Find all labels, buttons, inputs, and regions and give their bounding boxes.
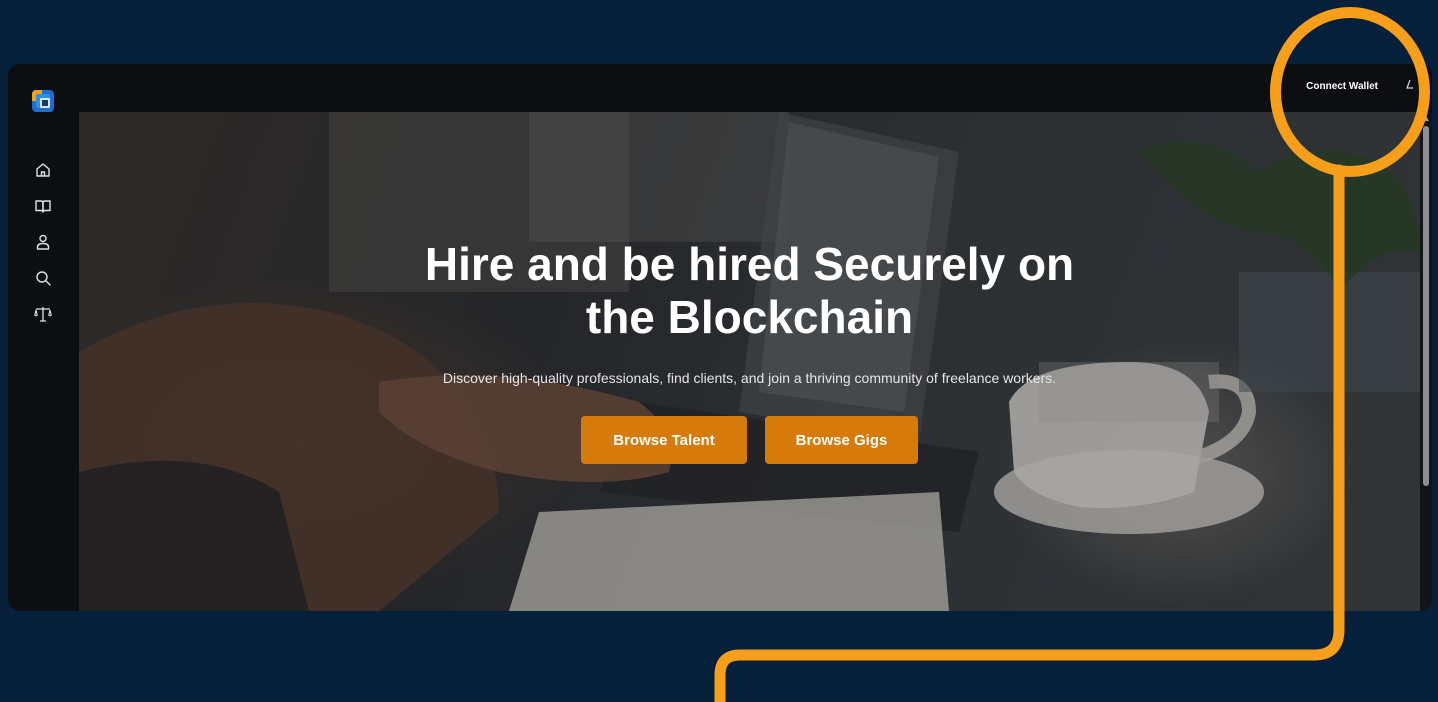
user-icon [36, 234, 50, 250]
user-icon[interactable] [1406, 79, 1414, 93]
book-open-icon [35, 200, 51, 213]
sidebar-nav [24, 152, 62, 332]
sidebar-item-disputes[interactable] [24, 296, 62, 332]
scale-icon [34, 307, 52, 322]
hero-section: Hire and be hired Securely on the Blockc… [79, 112, 1420, 611]
scroll-up-arrow-icon[interactable] [1423, 116, 1429, 121]
browse-gigs-button[interactable]: Browse Gigs [765, 416, 918, 464]
hero-content: Hire and be hired Securely on the Blockc… [79, 238, 1420, 464]
sidebar-item-book[interactable] [24, 188, 62, 224]
home-icon [36, 163, 50, 177]
browse-talent-button[interactable]: Browse Talent [581, 416, 747, 464]
app-logo[interactable] [32, 90, 54, 112]
vertical-scrollbar[interactable] [1420, 112, 1432, 611]
app-window: Connect Wallet Hire and be hired Securel… [8, 64, 1432, 611]
sidebar-item-profile[interactable] [24, 224, 62, 260]
sidebar-item-search[interactable] [24, 260, 62, 296]
top-bar: Connect Wallet [8, 64, 1432, 112]
scrollbar-thumb[interactable] [1423, 126, 1429, 486]
hero-subtitle: Discover high-quality professionals, fin… [442, 370, 1057, 386]
search-icon [36, 271, 51, 286]
hero-buttons: Browse Talent Browse Gigs [79, 416, 1420, 464]
connect-wallet-button[interactable]: Connect Wallet [1306, 81, 1378, 92]
sidebar-item-home[interactable] [24, 152, 62, 188]
hero-title: Hire and be hired Securely on the Blockc… [424, 238, 1075, 343]
